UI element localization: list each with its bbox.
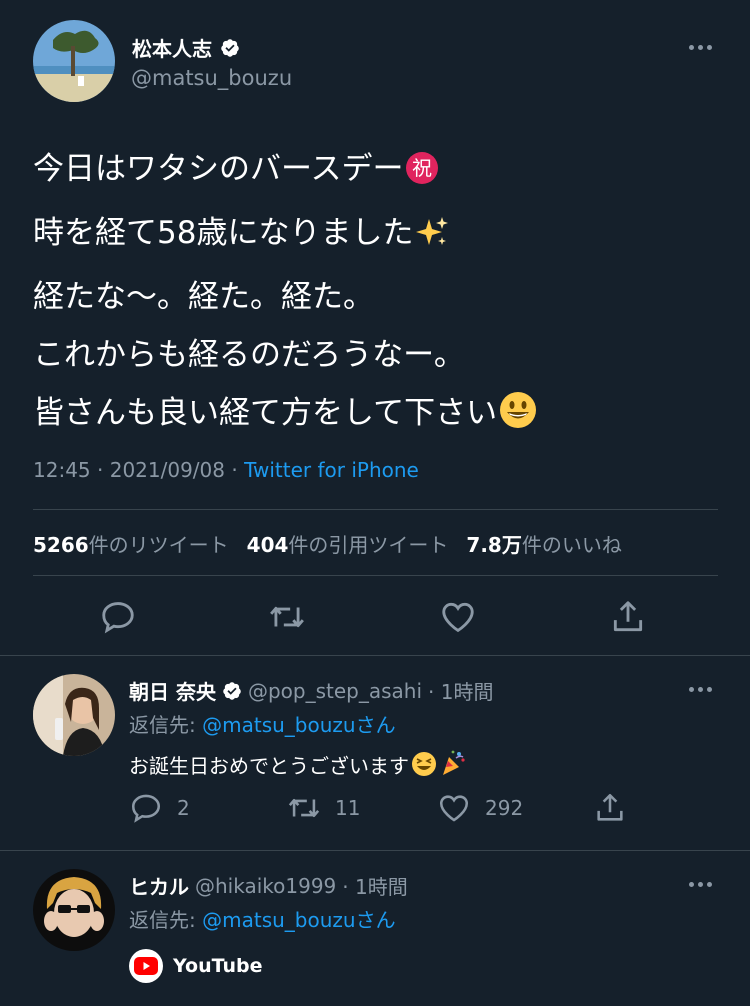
reply-display-name[interactable]: ヒカル — [129, 871, 189, 900]
retweets-count: 5266 — [33, 533, 89, 557]
replying-to: 返信先: @matsu_bouzuさん — [129, 904, 396, 933]
like-icon[interactable] — [439, 598, 477, 636]
verified-badge-icon — [222, 681, 242, 701]
grinning-squinting-emoji — [411, 751, 437, 782]
replying-to-mention[interactable]: @matsu_bouzuさん — [202, 713, 395, 737]
meta-separator: · — [225, 458, 245, 482]
reply-handle[interactable]: @pop_step_asahi — [248, 679, 422, 703]
tweet-time[interactable]: 12:45 — [33, 458, 91, 482]
reply-count-button[interactable]: 2 — [129, 791, 287, 825]
retweet-icon[interactable] — [268, 598, 306, 636]
youtube-icon — [129, 949, 163, 983]
like-count: 292 — [485, 796, 524, 820]
like-count-button[interactable]: 292 — [437, 791, 593, 825]
tweet-line-text: 今日はワタシのバースデー — [33, 151, 404, 187]
quotes-stat[interactable]: 404件の引用ツイート — [247, 529, 449, 558]
more-options-icon[interactable] — [683, 36, 717, 58]
likes-label: 件のいいね — [521, 533, 622, 557]
retweet-icon — [288, 798, 320, 818]
meta-separator: · — [90, 458, 110, 482]
replying-to-mention[interactable]: @matsu_bouzuさん — [202, 908, 395, 932]
verified-badge-icon — [220, 38, 240, 58]
reply-author-avatar[interactable] — [33, 674, 115, 756]
tweet-line: 経たな〜。経た。経た。 — [33, 268, 723, 326]
tweet-stats: 5266件のリツイート 404件の引用ツイート 7.8万件のいいね — [33, 529, 622, 558]
retweet-count-button[interactable]: 11 — [287, 791, 437, 825]
reply-tweet[interactable]: 朝日 奈央 @pop_step_asahi · 1時間 返信先: @matsu_… — [0, 656, 750, 850]
tweet-text: 今日はワタシのバースデー祝 時を経て58歳になりました 経たな〜。経た。経た。 … — [33, 140, 723, 448]
reply-time[interactable]: · 1時間 — [342, 871, 407, 900]
reply-time[interactable]: · 1時間 — [428, 676, 493, 705]
retweets-stat[interactable]: 5266件のリツイート — [33, 529, 229, 558]
tweet-line: 今日はワタシのバースデー祝 — [33, 140, 723, 204]
share-button[interactable] — [593, 791, 627, 825]
tweet-line-text: 経たな〜。経た。経た。 — [33, 279, 374, 315]
divider — [33, 575, 718, 576]
likes-count: 7.8万 — [466, 533, 522, 557]
reply-handle[interactable]: @hikaiko1999 — [195, 874, 336, 898]
like-icon — [439, 795, 469, 822]
tweet-line-text: 時を経て58歳になりました — [33, 215, 414, 251]
reply-display-name[interactable]: 朝日 奈央 — [129, 676, 216, 705]
tweet-line-text: これからも経るのだろうなー。 — [33, 337, 465, 373]
retweet-count: 11 — [335, 796, 361, 820]
tweet-line: これからも経るのだろうなー。 — [33, 326, 723, 384]
reply-tweet[interactable]: ヒカル @hikaiko1999 · 1時間 返信先: @matsu_bouzu… — [0, 851, 750, 1006]
retweets-label: 件のリツイート — [88, 533, 229, 557]
party-popper-emoji — [439, 749, 467, 782]
congratulations-emoji: 祝 — [405, 146, 439, 204]
share-icon — [597, 793, 623, 821]
sparkles-emoji — [415, 210, 449, 268]
tweet-meta: 12:45 · 2021/09/08 · Twitter for iPhone — [33, 458, 419, 482]
reply-icon[interactable] — [99, 598, 137, 636]
youtube-link-label: YouTube — [173, 955, 263, 977]
tweet-source-link[interactable]: Twitter for iPhone — [244, 458, 419, 482]
author-display-name[interactable]: 松本人志 — [132, 33, 212, 62]
reply-icon — [131, 794, 161, 823]
main-tweet: 松本人志 @matsu_bouzu 今日はワタシのバースデー祝 時を経て58歳に… — [0, 0, 750, 655]
author-avatar[interactable] — [33, 20, 115, 102]
share-icon[interactable] — [609, 598, 647, 636]
svg-text:祝: 祝 — [412, 156, 432, 180]
quotes-count: 404 — [246, 533, 289, 557]
quotes-label: 件の引用ツイート — [288, 533, 449, 557]
replying-to-prefix: 返信先: — [129, 908, 203, 932]
smiley-emoji — [499, 390, 537, 448]
tweet-line: 時を経て58歳になりました — [33, 204, 723, 268]
reply-text: お誕生日おめでとうございます — [129, 749, 467, 782]
likes-stat[interactable]: 7.8万件のいいね — [466, 529, 621, 558]
tweet-line: 皆さんも良い経て方をして下さい — [33, 384, 723, 448]
replying-to: 返信先: @matsu_bouzuさん — [129, 709, 396, 738]
more-options-icon[interactable] — [683, 678, 717, 700]
replying-to-prefix: 返信先: — [129, 713, 203, 737]
youtube-link[interactable]: YouTube — [129, 949, 262, 983]
author-handle[interactable]: @matsu_bouzu — [131, 66, 292, 90]
divider — [33, 509, 718, 510]
tweet-line-text: 皆さんも良い経て方をして下さい — [33, 395, 498, 431]
reply-count: 2 — [177, 796, 190, 820]
reply-author-avatar[interactable] — [33, 869, 115, 951]
more-options-icon[interactable] — [683, 873, 717, 895]
reply-text-content: お誕生日おめでとうございます — [129, 754, 409, 778]
tweet-date[interactable]: 2021/09/08 — [110, 458, 225, 482]
reply-actions: 2 11 292 — [129, 791, 627, 825]
